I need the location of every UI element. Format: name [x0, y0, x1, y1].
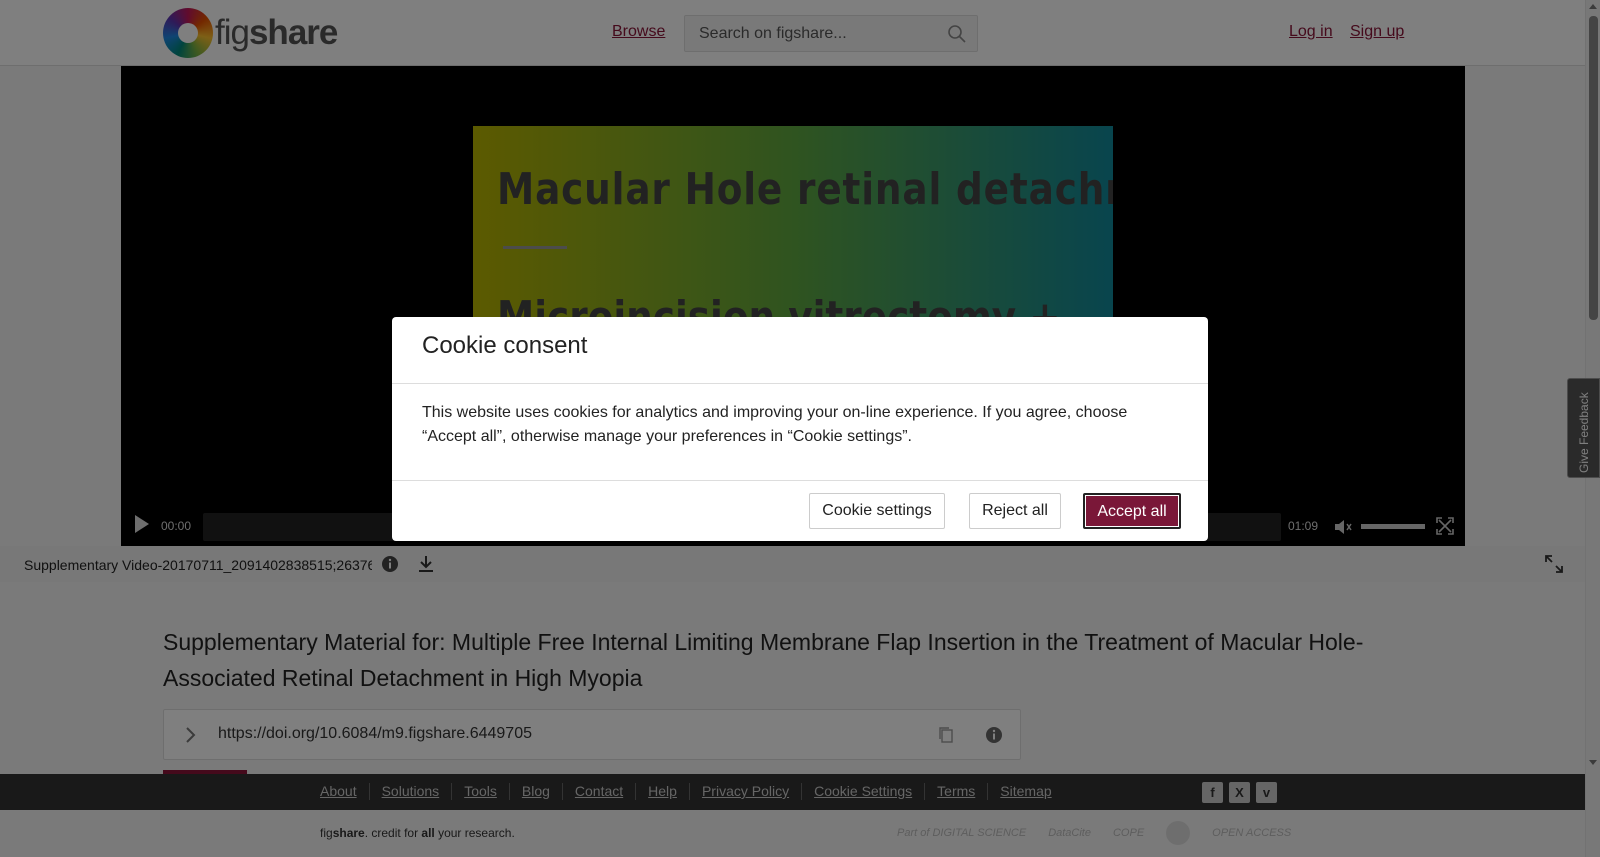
accept-all-button[interactable]: Accept all [1083, 493, 1181, 529]
cookie-settings-button[interactable]: Cookie settings [809, 493, 945, 529]
dialog-body: This website uses cookies for analytics … [422, 404, 1128, 445]
reject-all-button[interactable]: Reject all [969, 493, 1061, 529]
cookie-consent-dialog: Cookie consent This website uses cookies… [392, 317, 1208, 541]
modal-overlay: Cookie consent This website uses cookies… [0, 0, 1600, 857]
dialog-title: Cookie consent [422, 332, 588, 359]
dialog-divider-top [392, 383, 1208, 384]
dialog-divider-bottom [392, 480, 1208, 481]
